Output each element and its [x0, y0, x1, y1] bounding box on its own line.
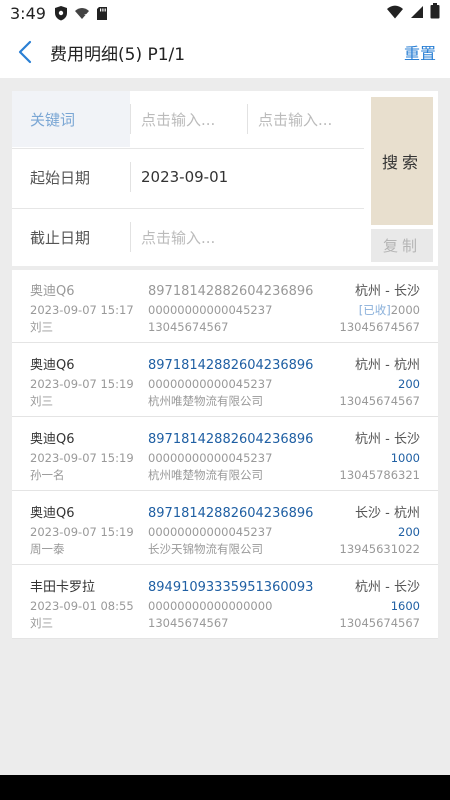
keyword-input-2[interactable]: 点击输入...	[248, 109, 364, 130]
item-datetime: 2023-09-01 08:55	[30, 599, 134, 613]
svg-text:?: ?	[84, 13, 88, 20]
item-code: 00000000000045237	[148, 525, 273, 539]
records-list: 奥迪Q6 2023-09-07 15:17 刘三 897181428826042…	[12, 270, 438, 639]
item-company: 13045674567	[148, 320, 229, 334]
route: 杭州 - 杭州	[355, 358, 420, 373]
item-code: 00000000000000000	[148, 599, 273, 613]
item-right: 杭州 - 长沙 [已收]2000 13045674567	[310, 282, 420, 336]
system-nav-bar	[0, 775, 450, 800]
item-code: 00000000000045237	[148, 377, 273, 391]
app-bar: 费用明细(5) P1/1 重置	[0, 26, 450, 78]
item-company: 杭州唯楚物流有限公司	[148, 394, 263, 408]
item-middle: 89718142882604236896 00000000000045237 长…	[148, 504, 328, 558]
keyword-input-1[interactable]: 点击输入...	[131, 109, 247, 130]
item-left: 丰田卡罗拉 2023-09-01 08:55 刘三	[30, 578, 150, 632]
signal-icon	[410, 4, 424, 23]
item-company: 杭州唯楚物流有限公司	[148, 468, 263, 482]
car-model: 奥迪Q6	[30, 506, 75, 521]
car-model: 丰田卡罗拉	[30, 580, 96, 595]
list-item[interactable]: 奥迪Q6 2023-09-07 15:19 孙一名 89718142882604…	[12, 418, 438, 491]
phone: 13945631022	[339, 542, 420, 556]
wifi-icon	[386, 4, 404, 23]
sd-card-icon	[96, 6, 108, 21]
keyword-label[interactable]: 关键词	[12, 91, 130, 147]
status-right	[386, 3, 440, 23]
amount: 1000	[390, 451, 420, 465]
list-item[interactable]: 丰田卡罗拉 2023-09-01 08:55 刘三 89491093335951…	[12, 566, 438, 639]
item-middle: 89718142882604236896 00000000000045237 1…	[148, 282, 328, 336]
item-middle: 89491093335951360093 00000000000000000 1…	[148, 578, 328, 632]
wifi-question-icon: ?	[74, 6, 90, 20]
status-time: 3:49	[10, 3, 46, 23]
vin-number: 89491093335951360093	[148, 580, 314, 595]
start-date-row: 起始日期 2023-09-01	[12, 149, 364, 205]
item-middle: 89718142882604236896 00000000000045237 杭…	[148, 430, 328, 484]
car-model: 奥迪Q6	[30, 358, 75, 373]
item-left: 奥迪Q6 2023-09-07 15:19 刘三	[30, 356, 150, 410]
amount: 200	[398, 525, 420, 539]
chevron-left-icon	[18, 40, 32, 64]
item-right: 杭州 - 杭州 200 13045674567	[310, 356, 420, 410]
received-tag: [已收]	[358, 303, 391, 317]
phone: 13045674567	[339, 394, 420, 408]
end-date-field[interactable]: 点击输入...	[131, 227, 364, 248]
car-model: 奥迪Q6	[30, 284, 75, 299]
copy-button[interactable]: 复制	[371, 229, 433, 262]
item-code: 00000000000045237	[148, 303, 273, 317]
item-right: 杭州 - 长沙 1000 13045786321	[310, 430, 420, 484]
route: 杭州 - 长沙	[355, 432, 420, 447]
back-button[interactable]	[0, 26, 50, 78]
shield-icon	[54, 5, 68, 21]
route: 杭州 - 长沙	[355, 580, 420, 595]
item-person: 刘三	[30, 616, 53, 630]
vin-number: 89718142882604236896	[148, 506, 314, 521]
item-code: 00000000000045237	[148, 451, 273, 465]
item-left: 奥迪Q6 2023-09-07 15:19 周一泰	[30, 504, 150, 558]
keyword-row: 关键词 点击输入... 点击输入...	[12, 91, 364, 147]
list-item[interactable]: 奥迪Q6 2023-09-07 15:19 周一泰 89718142882604…	[12, 492, 438, 565]
item-datetime: 2023-09-07 15:19	[30, 377, 134, 391]
phone: 13045786321	[339, 468, 420, 482]
item-datetime: 2023-09-07 15:19	[30, 451, 134, 465]
item-right: 长沙 - 杭州 200 13945631022	[310, 504, 420, 558]
route: 长沙 - 杭州	[355, 506, 420, 521]
end-date-row: 截止日期 点击输入...	[12, 209, 364, 265]
item-datetime: 2023-09-07 15:19	[30, 525, 134, 539]
item-left: 奥迪Q6 2023-09-07 15:19 孙一名	[30, 430, 150, 484]
item-right: 杭州 - 长沙 1600 13045674567	[310, 578, 420, 632]
vin-number: 89718142882604236896	[148, 284, 314, 299]
amount: 2000	[390, 303, 420, 317]
list-item[interactable]: 奥迪Q6 2023-09-07 15:19 刘三 897181428826042…	[12, 344, 438, 417]
item-company: 长沙天锦物流有限公司	[148, 542, 263, 556]
item-person: 刘三	[30, 394, 53, 408]
item-datetime: 2023-09-07 15:17	[30, 303, 134, 317]
vin-number: 89718142882604236896	[148, 358, 314, 373]
item-person: 周一泰	[30, 542, 65, 556]
item-middle: 89718142882604236896 00000000000045237 杭…	[148, 356, 328, 410]
item-company: 13045674567	[148, 616, 229, 630]
item-person: 孙一名	[30, 468, 65, 482]
amount: 200	[398, 377, 420, 391]
reset-button[interactable]: 重置	[404, 40, 436, 64]
item-person: 刘三	[30, 320, 53, 334]
route: 杭州 - 长沙	[355, 284, 420, 299]
status-bar: 3:49 ?	[0, 0, 450, 26]
start-date-label: 起始日期	[30, 168, 91, 187]
end-date-label: 截止日期	[30, 228, 91, 247]
item-left: 奥迪Q6 2023-09-07 15:17 刘三	[30, 282, 150, 336]
filter-panel: 关键词 点击输入... 点击输入... 起始日期 2023-09-01 截止日期…	[12, 91, 438, 266]
phone: 13045674567	[339, 320, 420, 334]
page-title: 费用明细(5) P1/1	[50, 44, 186, 65]
amount: 1600	[390, 599, 420, 613]
car-model: 奥迪Q6	[30, 432, 75, 447]
battery-icon	[430, 3, 440, 23]
start-date-field[interactable]: 2023-09-01	[131, 168, 364, 186]
phone: 13045674567	[339, 616, 420, 630]
search-button[interactable]: 搜索	[371, 97, 433, 225]
vin-number: 89718142882604236896	[148, 432, 314, 447]
list-item[interactable]: 奥迪Q6 2023-09-07 15:17 刘三 897181428826042…	[12, 270, 438, 343]
